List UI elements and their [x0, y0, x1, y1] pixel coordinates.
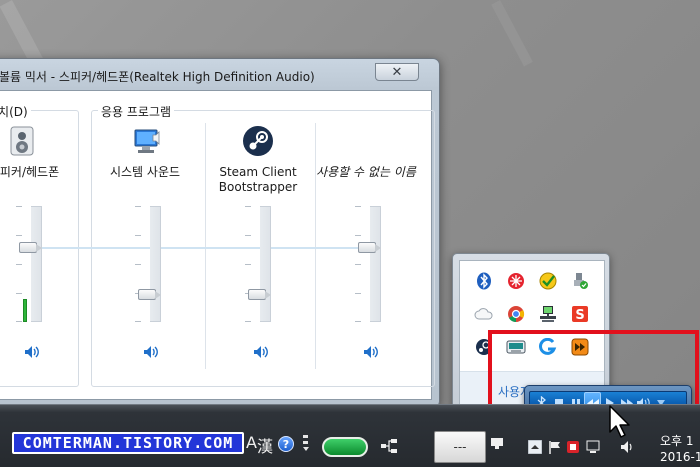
speaker-device-icon — [10, 126, 34, 156]
slider-ticks — [16, 206, 22, 322]
window-title: 볼륨 믹서 - 스피커/헤드폰(Realtek High Definition … — [0, 70, 315, 84]
volume-mixer-window: 볼륨 믹서 - 스피커/헤드폰(Realtek High Definition … — [0, 58, 440, 408]
peak-meter — [23, 299, 27, 322]
display-icon[interactable] — [490, 436, 504, 450]
mute-toggle-speaker-icon[interactable] — [24, 345, 40, 359]
volume-slider-thumb[interactable] — [19, 242, 42, 253]
red-s-icon[interactable]: S — [570, 304, 590, 324]
norton-check-icon[interactable] — [538, 271, 558, 291]
action-center-flag-icon[interactable] — [548, 440, 562, 454]
mixer-client-area: 장치(D) 응용 프로그램 스피커/헤드폰 — [0, 90, 435, 400]
clock-time[interactable]: 오후 1 — [660, 432, 694, 449]
slider-ticks — [355, 206, 361, 322]
slider-ticks — [135, 206, 141, 322]
channel-separator — [205, 123, 206, 369]
close-button[interactable]: ✕ — [375, 63, 419, 81]
network-tree-icon[interactable] — [380, 438, 398, 454]
ime-hanja-indicator[interactable]: 漢 — [257, 433, 273, 457]
steam-icon — [243, 126, 273, 156]
green-status-pill[interactable] — [322, 437, 368, 457]
slider-ticks — [245, 206, 251, 322]
taskbar-input-box[interactable]: --- — [434, 431, 486, 463]
chrome-icon[interactable] — [506, 304, 526, 324]
show-hidden-icons-arrow-icon[interactable] — [528, 440, 542, 454]
device-group-legend: 장치(D) — [0, 103, 31, 120]
volume-slider-thumb[interactable] — [358, 242, 381, 253]
close-icon: ✕ — [391, 64, 403, 80]
volume-link-line — [19, 247, 359, 249]
mute-toggle-speaker-icon[interactable] — [253, 345, 269, 359]
usb-safely-remove-icon[interactable] — [570, 271, 590, 291]
channel-label: 사용할 수 없는 이름 — [316, 165, 416, 179]
volume-slider-thumb[interactable] — [248, 289, 271, 300]
volume-tray-icon[interactable] — [620, 440, 634, 454]
svg-text:S: S — [575, 308, 584, 323]
network-tray-icon[interactable] — [586, 440, 600, 454]
blog-watermark: COMTERMAN.TISTORY.COM — [12, 432, 244, 454]
bluetooth-icon[interactable] — [474, 271, 494, 291]
mute-toggle-speaker-icon[interactable] — [143, 345, 159, 359]
system-sounds-icon — [134, 129, 160, 153]
onedrive-cloud-icon[interactable] — [474, 304, 494, 324]
mouse-cursor-icon — [609, 405, 630, 438]
channel-label: 스피커/헤드폰 — [0, 165, 60, 179]
mute-toggle-speaker-icon[interactable] — [363, 345, 379, 359]
channel-separator — [315, 123, 316, 369]
volume-slider-thumb[interactable] — [138, 289, 161, 300]
red-app-tray-icon[interactable] — [566, 440, 580, 454]
red-badge-icon[interactable] — [506, 271, 526, 291]
apps-group-legend: 응용 프로그램 — [98, 103, 175, 120]
ime-mode-indicator[interactable]: A — [246, 433, 257, 452]
network-pc-icon[interactable] — [538, 304, 558, 324]
channel-label: 시스템 사운드 — [109, 165, 181, 179]
channel-label: Steam Client Bootstrapper — [218, 165, 298, 194]
ime-options-icon[interactable] — [302, 434, 310, 452]
ime-help-icon[interactable]: ? — [278, 436, 294, 452]
clock-date[interactable]: 2016-11 — [660, 450, 700, 464]
